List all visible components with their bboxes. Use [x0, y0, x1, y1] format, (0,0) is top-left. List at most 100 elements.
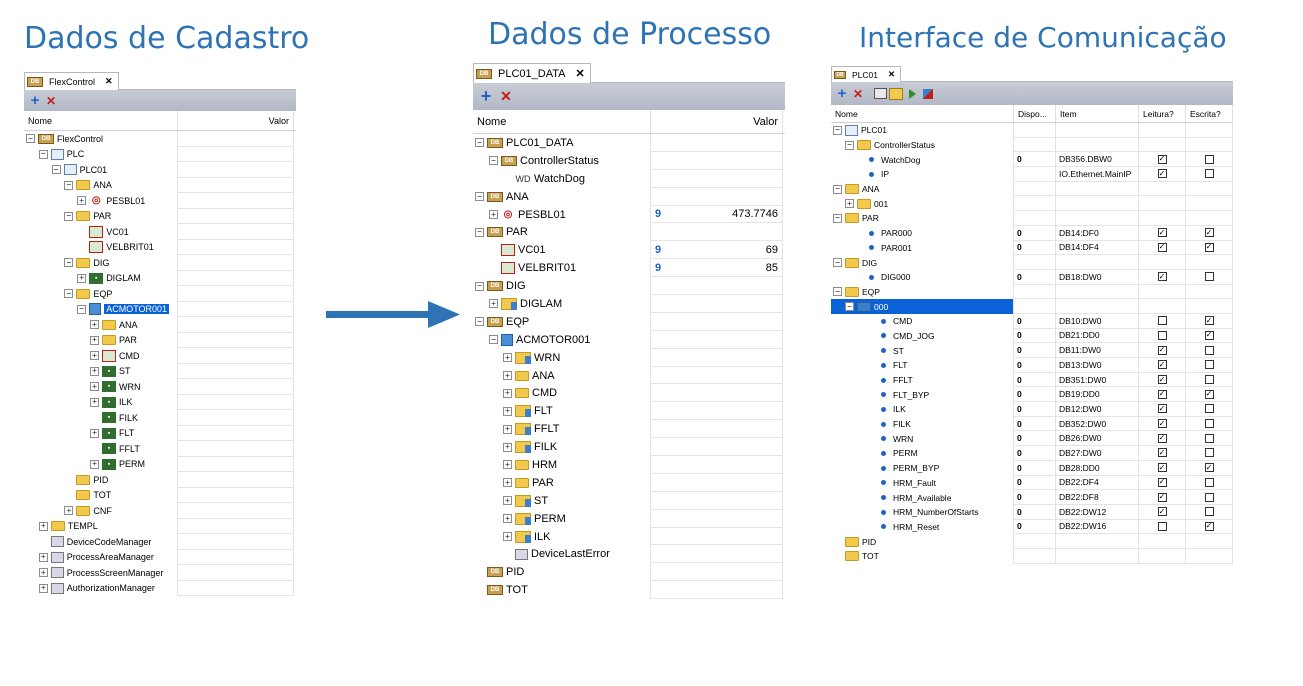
tree-row[interactable]: PID — [831, 534, 1233, 549]
name-cell[interactable]: PERM — [831, 446, 1014, 461]
value-cell[interactable] — [651, 277, 783, 296]
tree-row[interactable]: − DB PLC01_DATA — [473, 134, 785, 152]
expand-icon[interactable]: + — [503, 478, 512, 488]
tree-row[interactable]: + ▪ ST — [24, 363, 296, 379]
escrita-cell[interactable] — [1186, 548, 1233, 564]
name-cell[interactable]: − DB ControllerStatus — [473, 151, 651, 170]
leitura-checkbox[interactable] — [1157, 330, 1167, 340]
escrita-cell[interactable] — [1186, 181, 1233, 197]
leitura-cell[interactable] — [1139, 137, 1186, 153]
col-name-header[interactable]: Nome — [24, 111, 178, 130]
item-cell[interactable]: DB22:DW12 — [1056, 504, 1139, 520]
dispo-cell[interactable]: 0 — [1014, 313, 1056, 329]
expand-icon[interactable]: + — [64, 506, 74, 516]
escrita-checkbox[interactable] — [1204, 492, 1214, 502]
tree-row[interactable]: − EQP — [24, 286, 296, 302]
collapse-icon[interactable]: − — [64, 258, 74, 268]
leitura-cell[interactable]: ✓ — [1139, 402, 1186, 417]
collapse-icon[interactable]: − — [475, 317, 484, 327]
collapse-icon[interactable]: − — [64, 289, 74, 299]
name-cell[interactable]: + ▪ PERM — [24, 456, 178, 472]
add-icon[interactable]: + — [476, 86, 496, 106]
leitura-cell[interactable] — [1139, 255, 1186, 270]
leitura-cell[interactable] — [1139, 181, 1186, 197]
value-cell[interactable] — [178, 518, 294, 534]
leitura-cell[interactable]: ✓ — [1139, 475, 1186, 491]
name-cell[interactable]: CMD_JOG — [831, 328, 1014, 344]
dispo-cell[interactable] — [1014, 255, 1056, 270]
tree-row[interactable]: HRM_Available 0 DB22:DF8 ✓ — [831, 490, 1233, 505]
expand-icon[interactable]: + — [503, 371, 512, 381]
tree-row[interactable]: + ▪ WRN — [24, 379, 296, 395]
item-cell[interactable]: DB22:DF4 — [1056, 475, 1139, 491]
name-cell[interactable]: HRM_Available — [831, 490, 1014, 505]
tree-row[interactable]: + WRN — [473, 348, 785, 367]
name-cell[interactable]: − DB ANA — [473, 187, 651, 206]
collapse-icon[interactable]: − — [64, 211, 74, 221]
leitura-checkbox[interactable]: ✓ — [1157, 448, 1167, 458]
value-cell[interactable] — [178, 224, 294, 240]
name-cell[interactable]: ▪ FILK — [24, 410, 178, 426]
collapse-icon[interactable]: − — [475, 281, 484, 291]
escrita-checkbox[interactable] — [1204, 272, 1214, 282]
name-cell[interactable]: − PLC — [24, 146, 178, 162]
close-icon[interactable]: ✕ — [575, 67, 584, 80]
leitura-checkbox[interactable]: ✓ — [1157, 404, 1167, 414]
dispo-cell[interactable] — [1014, 548, 1056, 564]
value-cell[interactable] — [178, 317, 294, 333]
value-cell[interactable] — [178, 301, 294, 317]
add-icon[interactable]: + — [27, 92, 43, 109]
tree-row[interactable]: HRM_NumberOfStarts 0 DB22:DW12 ✓ — [831, 504, 1233, 520]
tree-row[interactable]: + ANA — [24, 317, 296, 333]
tree-row[interactable]: − DB ANA — [473, 187, 785, 206]
leitura-checkbox[interactable]: ✓ — [1157, 228, 1167, 238]
item-cell[interactable] — [1056, 196, 1139, 212]
name-cell[interactable]: + ST — [473, 491, 651, 510]
leitura-cell[interactable]: ✓ — [1139, 343, 1186, 358]
tree-row[interactable]: − DB PAR — [473, 223, 785, 242]
leitura-cell[interactable]: ✓ — [1139, 240, 1186, 256]
name-cell[interactable]: − 000 — [831, 299, 1014, 314]
value-cell[interactable]: 9 69 — [651, 241, 783, 260]
name-cell[interactable]: HRM_Fault — [831, 475, 1014, 491]
name-cell[interactable]: ST — [831, 343, 1014, 358]
collapse-icon[interactable]: − — [833, 287, 842, 297]
tree-row[interactable]: FFLT 0 DB351:DW0 ✓ — [831, 372, 1233, 388]
name-cell[interactable]: + ANA — [24, 317, 178, 333]
tree-row[interactable]: PAR001 0 DB14:DF4 ✓ ✓ — [831, 240, 1233, 256]
tree-row[interactable]: − 000 — [831, 299, 1233, 314]
escrita-cell[interactable] — [1186, 504, 1233, 520]
tree-row[interactable]: CMD_JOG 0 DB21:DD0 ✓ — [831, 328, 1233, 344]
tree-row[interactable]: − EQP — [831, 284, 1233, 300]
leitura-cell[interactable]: ✓ — [1139, 431, 1186, 447]
leitura-cell[interactable] — [1139, 123, 1186, 138]
leitura-checkbox[interactable]: ✓ — [1157, 492, 1167, 502]
dispo-cell[interactable] — [1014, 196, 1056, 212]
tree-row[interactable]: VELBRIT01 — [24, 239, 296, 255]
leitura-checkbox[interactable]: ✓ — [1157, 463, 1167, 473]
tree-row[interactable]: ST 0 DB11:DW0 ✓ — [831, 343, 1233, 358]
value-cell[interactable] — [651, 509, 783, 528]
name-cell[interactable]: + FLT — [473, 402, 651, 421]
name-cell[interactable]: − ControllerStatus — [831, 137, 1014, 153]
tree-row[interactable]: DeviceLastError — [473, 545, 785, 564]
tree-row[interactable]: HRM_Reset 0 DB22:DW16 ✓ — [831, 519, 1233, 535]
value-cell[interactable] — [178, 503, 294, 519]
tree-row[interactable]: + ▪ FLT — [24, 425, 296, 441]
name-cell[interactable]: + TEMPL — [24, 518, 178, 534]
collapse-icon[interactable]: − — [38, 149, 48, 159]
name-cell[interactable]: DB PID — [473, 563, 651, 582]
escrita-checkbox[interactable] — [1204, 507, 1214, 517]
close-icon[interactable]: ✕ — [105, 76, 113, 87]
collapse-icon[interactable]: − — [833, 258, 842, 268]
expand-icon[interactable]: + — [90, 382, 99, 392]
tree-row[interactable]: DB PID — [473, 563, 785, 582]
col-value-header[interactable]: Valor — [178, 111, 294, 130]
escrita-cell[interactable]: ✓ — [1186, 225, 1233, 241]
value-cell[interactable] — [651, 384, 783, 403]
leitura-cell[interactable] — [1139, 284, 1186, 300]
item-cell[interactable] — [1056, 548, 1139, 564]
leitura-checkbox[interactable]: ✓ — [1157, 242, 1167, 252]
name-cell[interactable]: − DB PLC01_DATA — [473, 134, 651, 152]
collapse-icon[interactable]: − — [833, 213, 842, 223]
